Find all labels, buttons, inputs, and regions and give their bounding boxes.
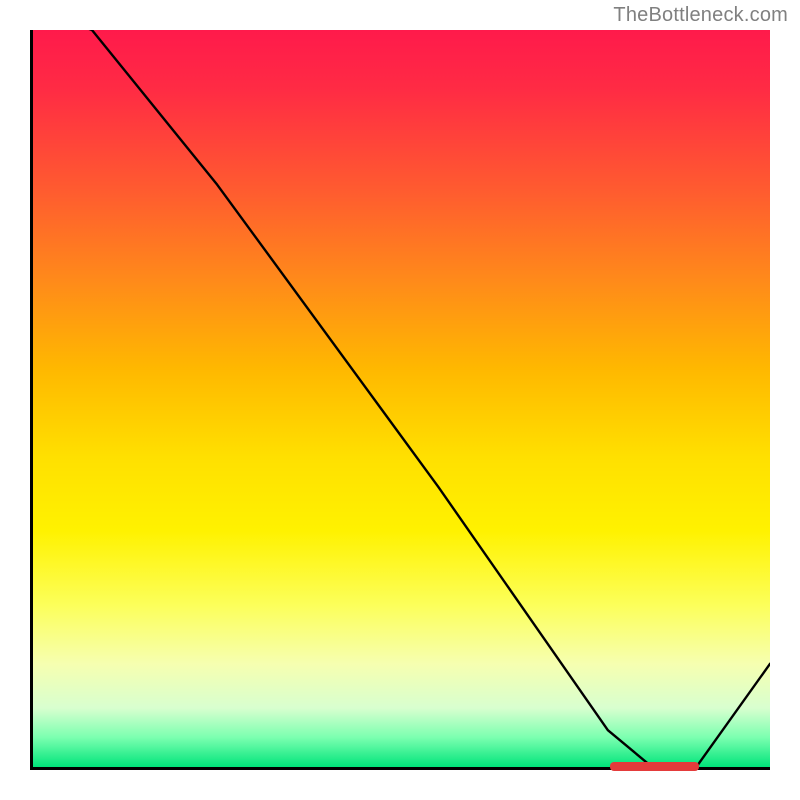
attribution-text: TheBottleneck.com [613,4,788,27]
bottleneck-curve [33,30,770,767]
optimal-range-marker [610,762,699,771]
chart-plot-area [30,30,770,770]
